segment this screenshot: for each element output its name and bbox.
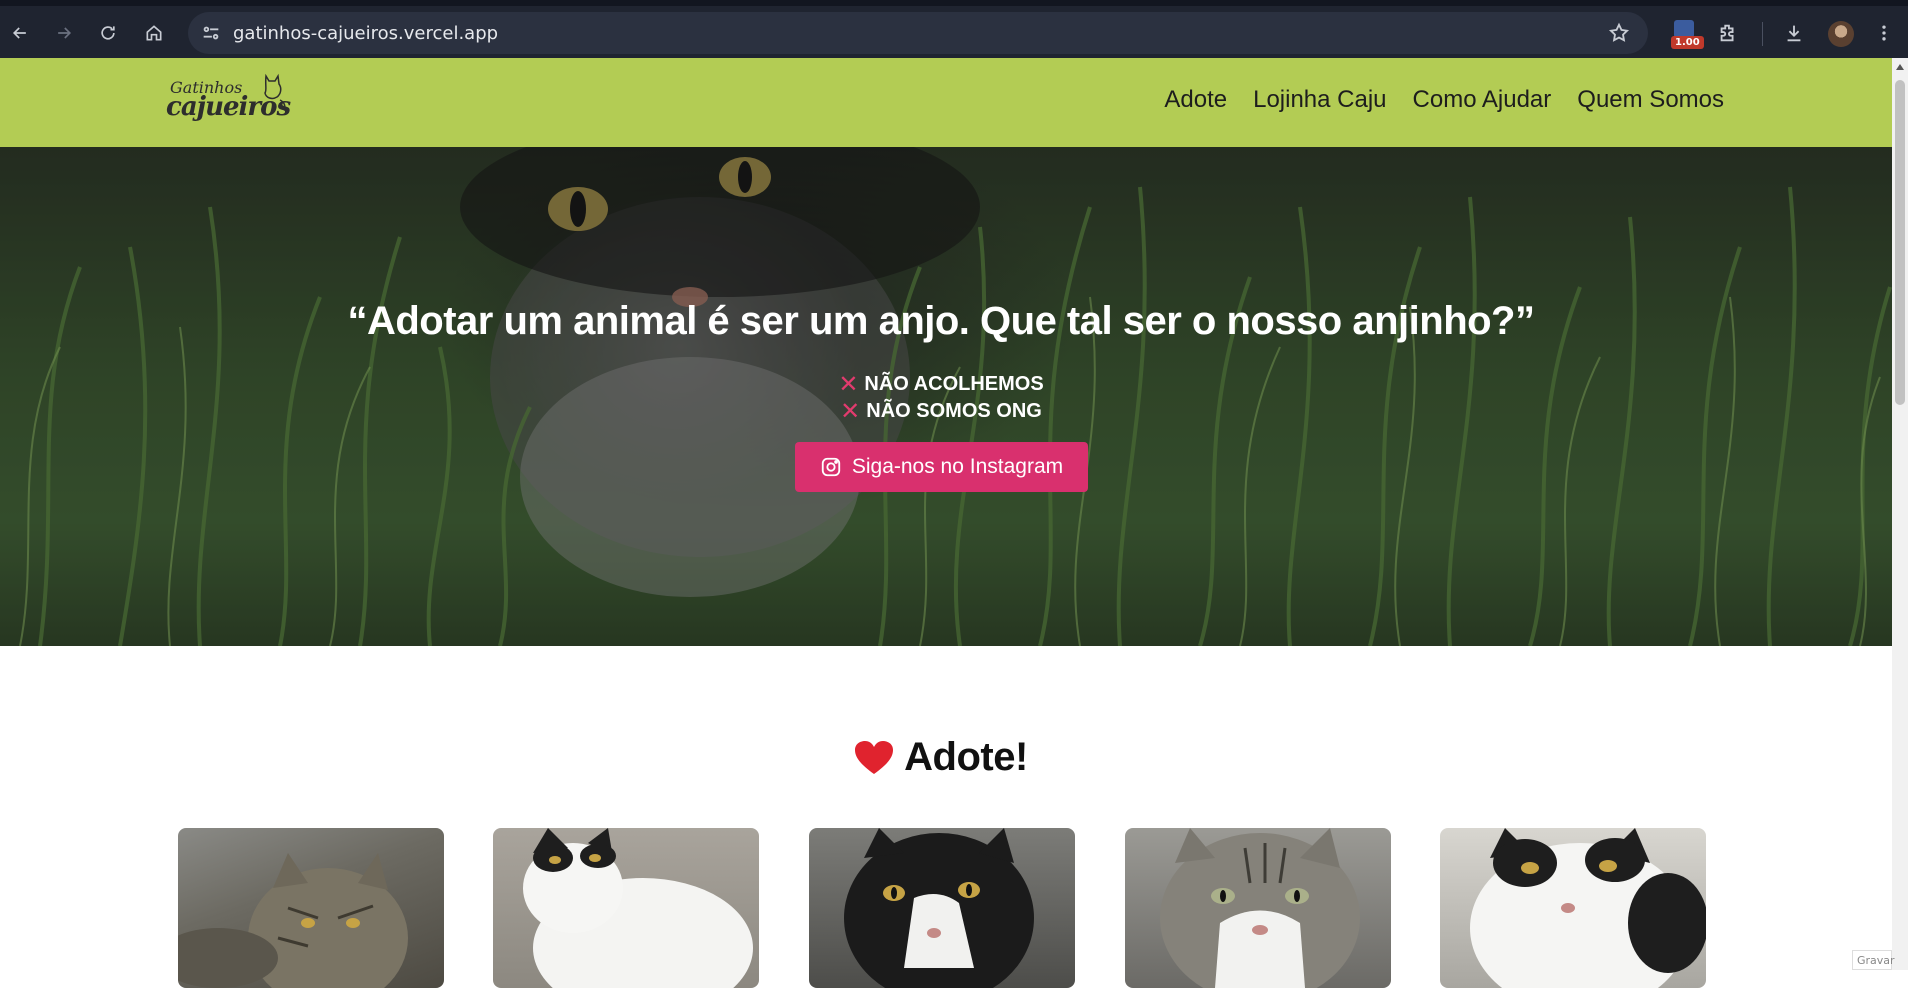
tuxedo-cat-image [844,828,1034,988]
note-nao-acolhemos: ✕ NÃO ACOLHEMOS [0,371,1882,398]
instagram-follow-button[interactable]: Siga-nos no Instagram [795,442,1088,492]
nav-quem-somos[interactable]: Quem Somos [1577,86,1724,114]
site-logo[interactable]: Gatinhos cajueiros [158,70,291,134]
heart-icon [855,740,894,774]
tabby-cat-image [178,853,408,988]
extensions-icon[interactable] [1715,20,1741,46]
note-text: NÃO SOMOS ONG [866,400,1042,422]
menu-icon[interactable] [1871,20,1897,46]
hero-section: “Adotar um animal é ser um anjo. Que tal… [0,147,1892,646]
adoption-cards [178,828,1708,988]
url-text[interactable]: gatinhos-cajueiros.vercel.app [233,23,498,44]
toolbar-divider [1762,22,1763,46]
cross-icon: ✕ [840,398,861,425]
extension-button[interactable]: 1.00 [1668,18,1704,50]
back-icon[interactable] [6,19,34,47]
record-overlay-button[interactable]: Gravar [1852,950,1895,970]
hero-notes: ✕ NÃO ACOLHEMOS ✕ NÃO SOMOS ONG [0,371,1882,425]
scrollbar-thumb[interactable] [1895,80,1905,405]
cat-photo-white-black-1[interactable] [493,828,759,988]
nav-adote[interactable]: Adote [1164,86,1227,114]
cross-icon: ✕ [838,371,859,398]
hero-quote: “Adotar um animal é ser um anjo. Que tal… [347,299,1535,343]
white-black-cat-image [523,828,753,988]
reload-icon[interactable] [94,19,122,47]
download-icon[interactable] [1781,20,1807,46]
cat-photo-tabby[interactable] [178,828,444,988]
adote-heading: Adote! [904,735,1028,779]
cat-outline-icon [264,73,286,110]
address-bar[interactable]: gatinhos-cajueiros.vercel.app [188,12,1648,54]
hero-content: “Adotar um animal é ser um anjo. Que tal… [0,147,1892,646]
page-scrollbar[interactable] [1892,58,1908,970]
home-icon[interactable] [140,19,168,47]
note-nao-somos-ong: ✕ NÃO SOMOS ONG [0,398,1882,425]
nav-lojinha-caju[interactable]: Lojinha Caju [1253,86,1386,114]
site-settings-icon[interactable] [200,22,222,44]
profile-avatar[interactable] [1828,21,1854,47]
star-icon[interactable] [1608,22,1630,44]
cat-photo-white-black-2[interactable] [1440,828,1706,988]
main-nav: Adote Lojinha Caju Como Ajudar Quem Somo… [1164,86,1724,114]
gray-tabby-cat-image [1160,828,1360,988]
nav-como-ajudar[interactable]: Como Ajudar [1413,86,1552,114]
instagram-button-label: Siga-nos no Instagram [851,455,1064,478]
cat-photo-gray-tabby-white[interactable] [1125,828,1391,988]
site-header: Gatinhos cajueiros Adote Lojinha Caju Co… [0,58,1892,147]
instagram-icon [821,457,841,477]
note-text: NÃO ACOLHEMOS [864,373,1044,395]
cat-photo-tuxedo[interactable] [809,828,1075,988]
browser-toolbar: gatinhos-cajueiros.vercel.app 1.00 [0,0,1908,58]
scroll-up-icon[interactable] [1896,64,1904,70]
extension-badge: 1.00 [1671,36,1704,49]
forward-icon[interactable] [50,19,78,47]
white-black-cat-2-image [1470,828,1706,988]
adote-section-title: Adote! [0,735,1882,780]
